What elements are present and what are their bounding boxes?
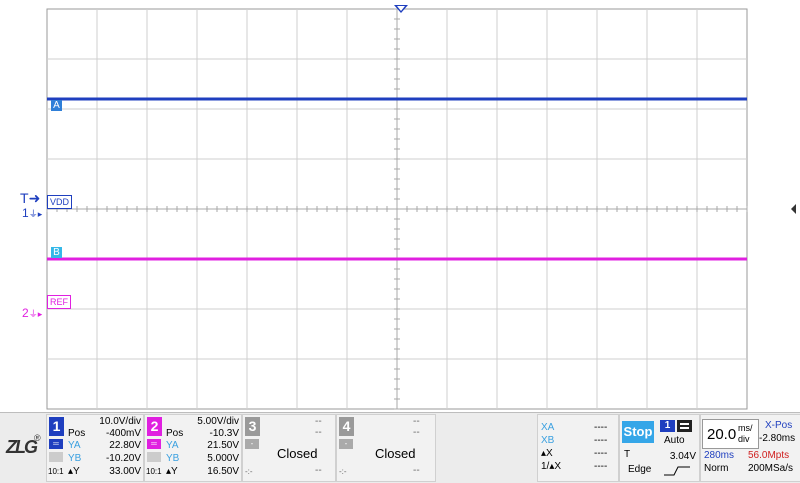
trigger-slope-icon (677, 420, 692, 432)
ch1-yb-value: -10.20V (105, 453, 141, 464)
run-stop-button[interactable]: Stop (622, 421, 654, 443)
ch4-probe-ratio: -:- (339, 467, 347, 476)
ch1-dy-label: ▴Y (68, 466, 80, 477)
ch3-state: Closed (277, 446, 318, 461)
timebase-scale-box[interactable]: 20.0 ms/ div (702, 419, 759, 449)
status-bar: ZLG ® 1 10.0V/div Pos -400mV ═ YA 22.80V… (0, 412, 800, 483)
ch1-yb-label: YB (68, 453, 82, 464)
ch1-scale: 10.0V/div (99, 416, 141, 427)
timebase-unit-top: ms/ (738, 423, 753, 433)
ch2-coupling-icon: ═ (147, 439, 161, 449)
ch1-panel[interactable]: 1 10.0V/div Pos -400mV ═ YA 22.80V YB -1… (46, 414, 144, 482)
ch4-dy-dash: -- (413, 465, 420, 476)
trigger-level-marker[interactable]: T➜ (20, 191, 40, 205)
trigger-level-label: T (624, 449, 631, 460)
cursor-panel[interactable]: XA ---- XB ---- ▴X ---- 1/▴X ---- (537, 414, 619, 482)
ch2-pos-value: -10.3V (209, 428, 239, 439)
timebase-panel[interactable]: 20.0 ms/ div X-Pos -2.80ms 280ms 56.0Mpt… (700, 414, 800, 482)
cursor-xb-value: ---- (594, 435, 608, 446)
trigger-source[interactable]: 1 (660, 420, 675, 432)
ch2-marker-label: 2 (22, 306, 29, 320)
arrow-right-icon: ➜ (28, 190, 41, 206)
ch2-dy-label: ▴Y (166, 466, 178, 477)
cursor-xa-value: ---- (594, 422, 608, 433)
ch3-pos-dash: -- (315, 427, 322, 438)
ch1-probe-ratio: 10:1 (48, 467, 64, 476)
ch2-number[interactable]: 2 (147, 417, 162, 436)
timebase-value: 20.0 (707, 426, 737, 443)
time-window: 280ms (704, 450, 735, 461)
ch3-scale-dash: -- (315, 416, 322, 427)
cursor-xa-label: XA (541, 422, 555, 433)
cursor-b-tag[interactable]: B (51, 247, 62, 258)
ch3-number[interactable]: 3 (245, 417, 260, 436)
memory-depth: 56.0Mpts (748, 450, 790, 461)
ch1-bw-icon (49, 452, 63, 462)
xpos-value: -2.80ms (759, 433, 796, 444)
ch1-coupling-icon: ═ (49, 439, 63, 449)
ch1-number[interactable]: 1 (49, 417, 64, 436)
ch1-ground-marker[interactable]: 1⏚▸ (22, 207, 42, 219)
ch4-pos-dash: -- (413, 427, 420, 438)
cursor-xb-label: XB (541, 435, 555, 446)
waveform-display[interactable]: T➜ 1⏚▸ 2⏚▸ VDD REF A B (0, 0, 800, 412)
ch2-dy-value: 16.50V (207, 466, 239, 477)
ch2-scale: 5.00V/div (197, 416, 239, 427)
ch1-marker-label: 1 (22, 206, 29, 220)
ch2-panel[interactable]: 2 5.00V/div Pos -10.3V ═ YA 21.50V YB 5.… (144, 414, 242, 482)
trigger-panel[interactable]: Stop 1 Auto T 3.04V Edge (619, 414, 700, 482)
ch1-pos-label: Pos (68, 428, 86, 439)
ch1-ya-label: YA (68, 440, 81, 451)
ch2-ya-label: YA (166, 440, 179, 451)
ch2-label-ref[interactable]: REF (47, 295, 71, 309)
cursor-a-tag[interactable]: A (51, 100, 62, 111)
ch2-yb-value: 5.000V (207, 453, 239, 464)
ch2-yb-label: YB (166, 453, 180, 464)
ch2-ya-value: 21.50V (207, 440, 239, 451)
ch4-coupling-icon: - (339, 439, 353, 449)
xpos-label: X-Pos (765, 420, 793, 431)
ch4-panel[interactable]: 4 -- -- - Closed -- -:- (336, 414, 436, 482)
cursor-dx-value: ---- (594, 448, 608, 459)
trigger-level-value: 3.04V (669, 451, 696, 462)
trigger-level-label: T (20, 190, 29, 206)
ch3-panel[interactable]: 3 -- -- - Closed -- -:- (242, 414, 336, 482)
ch4-number[interactable]: 4 (339, 417, 354, 436)
ground-arrow-icon: ⏚▸ (28, 209, 43, 219)
ch1-label-vdd[interactable]: VDD (47, 195, 73, 209)
ground-arrow-icon: ⏚▸ (28, 309, 43, 319)
ch4-state: Closed (375, 446, 416, 461)
ch3-dy-dash: -- (315, 465, 322, 476)
ch1-dy-value: 33.00V (109, 466, 141, 477)
graticule (46, 8, 748, 410)
ch1-ya-value: 22.80V (109, 440, 141, 451)
cursor-dx-label: ▴X (541, 448, 553, 459)
timebase-unit-bottom: div (738, 434, 750, 444)
ch2-probe-ratio: 10:1 (146, 467, 162, 476)
cursor-inv-dx-value: ---- (594, 461, 608, 472)
sample-rate: 200MSa/s (748, 463, 794, 474)
zlg-logo: ZLG ® (6, 433, 44, 463)
ch2-ground-marker[interactable]: 2⏚▸ (22, 307, 42, 319)
ch3-probe-ratio: -:- (245, 467, 253, 476)
ch2-bw-icon (147, 452, 161, 462)
registered-mark: ® (34, 433, 41, 443)
ch2-pos-label: Pos (166, 428, 184, 439)
ch3-coupling-icon: - (245, 439, 259, 449)
rising-edge-icon (664, 466, 690, 476)
acquisition-mode: Norm (704, 463, 729, 474)
trigger-mode[interactable]: Auto (664, 435, 685, 447)
ch4-scale-dash: -- (413, 416, 420, 427)
scroll-right-icon[interactable] (790, 203, 798, 215)
trigger-position-icon[interactable] (392, 3, 410, 15)
logo-text: ZLG (6, 437, 38, 457)
cursor-inv-dx-label: 1/▴X (541, 461, 562, 472)
ch1-pos-value: -400mV (105, 428, 141, 439)
trigger-type[interactable]: Edge (628, 464, 651, 476)
